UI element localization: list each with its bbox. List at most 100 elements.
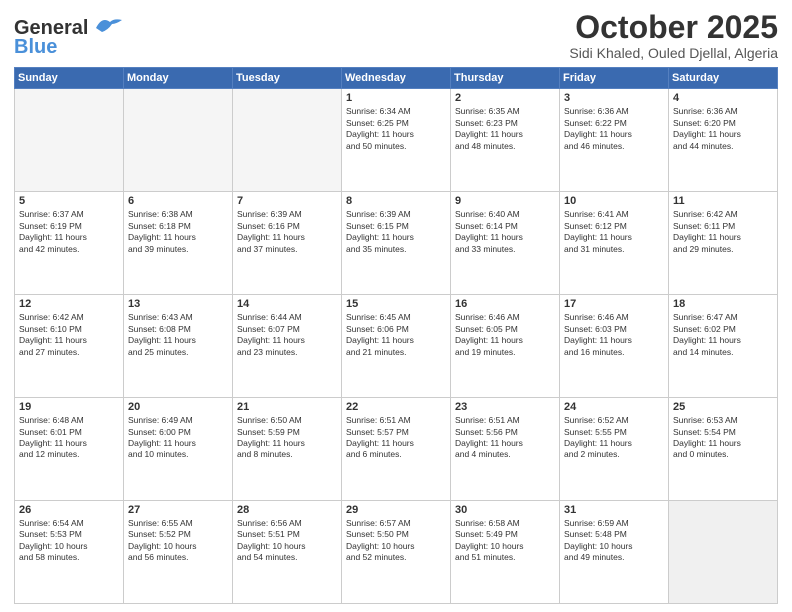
calendar-row-3: 19 Sunrise: 6:48 AM Sunset: 6:01 PM Dayli…	[15, 398, 778, 501]
day-number: 11	[673, 195, 773, 207]
day-number: 15	[346, 298, 446, 310]
table-row: 18 Sunrise: 6:47 AM Sunset: 6:02 PM Dayli…	[669, 295, 778, 398]
header-thursday: Thursday	[451, 68, 560, 89]
table-row: 11 Sunrise: 6:42 AM Sunset: 6:11 PM Dayli…	[669, 192, 778, 295]
table-row: 3 Sunrise: 6:36 AM Sunset: 6:22 PM Daylig…	[560, 89, 669, 192]
title-section: October 2025 Sidi Khaled, Ouled Djellal,…	[569, 10, 778, 61]
calendar-row-2: 12 Sunrise: 6:42 AM Sunset: 6:10 PM Dayli…	[15, 295, 778, 398]
table-row: 30 Sunrise: 6:58 AM Sunset: 5:49 PM Dayli…	[451, 501, 560, 604]
header-friday: Friday	[560, 68, 669, 89]
day-number: 30	[455, 504, 555, 516]
month-title: October 2025	[569, 10, 778, 45]
day-info: Sunrise: 6:47 AM Sunset: 6:02 PM Dayligh…	[673, 312, 773, 358]
table-row: 1 Sunrise: 6:34 AM Sunset: 6:25 PM Daylig…	[342, 89, 451, 192]
day-info: Sunrise: 6:58 AM Sunset: 5:49 PM Dayligh…	[455, 518, 555, 564]
day-info: Sunrise: 6:57 AM Sunset: 5:50 PM Dayligh…	[346, 518, 446, 564]
day-info: Sunrise: 6:46 AM Sunset: 6:03 PM Dayligh…	[564, 312, 664, 358]
day-info: Sunrise: 6:41 AM Sunset: 6:12 PM Dayligh…	[564, 209, 664, 255]
day-info: Sunrise: 6:48 AM Sunset: 6:01 PM Dayligh…	[19, 415, 119, 461]
day-number: 8	[346, 195, 446, 207]
table-row: 24 Sunrise: 6:52 AM Sunset: 5:55 PM Dayli…	[560, 398, 669, 501]
day-number: 22	[346, 401, 446, 413]
day-number: 27	[128, 504, 228, 516]
day-number: 1	[346, 92, 446, 104]
day-number: 10	[564, 195, 664, 207]
day-info: Sunrise: 6:38 AM Sunset: 6:18 PM Dayligh…	[128, 209, 228, 255]
header-monday: Monday	[124, 68, 233, 89]
table-row: 8 Sunrise: 6:39 AM Sunset: 6:15 PM Daylig…	[342, 192, 451, 295]
day-number: 19	[19, 401, 119, 413]
table-row	[15, 89, 124, 192]
day-number: 16	[455, 298, 555, 310]
day-info: Sunrise: 6:53 AM Sunset: 5:54 PM Dayligh…	[673, 415, 773, 461]
day-number: 29	[346, 504, 446, 516]
day-info: Sunrise: 6:46 AM Sunset: 6:05 PM Dayligh…	[455, 312, 555, 358]
calendar-row-1: 5 Sunrise: 6:37 AM Sunset: 6:19 PM Daylig…	[15, 192, 778, 295]
day-info: Sunrise: 6:43 AM Sunset: 6:08 PM Dayligh…	[128, 312, 228, 358]
table-row: 17 Sunrise: 6:46 AM Sunset: 6:03 PM Dayli…	[560, 295, 669, 398]
table-row: 5 Sunrise: 6:37 AM Sunset: 6:19 PM Daylig…	[15, 192, 124, 295]
day-number: 13	[128, 298, 228, 310]
day-number: 17	[564, 298, 664, 310]
header-sunday: Sunday	[15, 68, 124, 89]
table-row: 27 Sunrise: 6:55 AM Sunset: 5:52 PM Dayli…	[124, 501, 233, 604]
table-row: 12 Sunrise: 6:42 AM Sunset: 6:10 PM Dayli…	[15, 295, 124, 398]
table-row	[124, 89, 233, 192]
calendar-row-0: 1 Sunrise: 6:34 AM Sunset: 6:25 PM Daylig…	[15, 89, 778, 192]
table-row: 26Sunrise: 6:54 AM Sunset: 5:53 PM Dayli…	[15, 501, 124, 604]
page: General Blue October 2025 Sidi Khaled, O…	[0, 0, 792, 612]
day-info: Sunrise: 6:35 AM Sunset: 6:23 PM Dayligh…	[455, 106, 555, 152]
day-info: Sunrise: 6:34 AM Sunset: 6:25 PM Dayligh…	[346, 106, 446, 152]
day-number: 31	[564, 504, 664, 516]
day-number: 24	[564, 401, 664, 413]
day-info: Sunrise: 6:50 AM Sunset: 5:59 PM Dayligh…	[237, 415, 337, 461]
day-number: 14	[237, 298, 337, 310]
header-wednesday: Wednesday	[342, 68, 451, 89]
day-info: Sunrise: 6:51 AM Sunset: 5:57 PM Dayligh…	[346, 415, 446, 461]
day-info: Sunrise: 6:37 AM Sunset: 6:19 PM Dayligh…	[19, 209, 119, 255]
header-saturday: Saturday	[669, 68, 778, 89]
table-row: 2Sunrise: 6:35 AM Sunset: 6:23 PM Daylig…	[451, 89, 560, 192]
logo: General Blue	[14, 10, 124, 59]
day-info: Sunrise: 6:36 AM Sunset: 6:22 PM Dayligh…	[564, 106, 664, 152]
day-number: 28	[237, 504, 337, 516]
location: Sidi Khaled, Ouled Djellal, Algeria	[569, 45, 778, 61]
day-number: 20	[128, 401, 228, 413]
day-info: Sunrise: 6:42 AM Sunset: 6:10 PM Dayligh…	[19, 312, 119, 358]
table-row: 25Sunrise: 6:53 AM Sunset: 5:54 PM Dayli…	[669, 398, 778, 501]
table-row	[669, 501, 778, 604]
table-row: 7Sunrise: 6:39 AM Sunset: 6:16 PM Daylig…	[233, 192, 342, 295]
day-number: 3	[564, 92, 664, 104]
header-tuesday: Tuesday	[233, 68, 342, 89]
day-number: 5	[19, 195, 119, 207]
table-row: 21Sunrise: 6:50 AM Sunset: 5:59 PM Dayli…	[233, 398, 342, 501]
table-row: 29 Sunrise: 6:57 AM Sunset: 5:50 PM Dayli…	[342, 501, 451, 604]
logo-bird-icon	[94, 14, 124, 42]
day-info: Sunrise: 6:44 AM Sunset: 6:07 PM Dayligh…	[237, 312, 337, 358]
day-number: 6	[128, 195, 228, 207]
day-info: Sunrise: 6:39 AM Sunset: 6:15 PM Dayligh…	[346, 209, 446, 255]
table-row: 14 Sunrise: 6:44 AM Sunset: 6:07 PM Dayli…	[233, 295, 342, 398]
table-row	[233, 89, 342, 192]
day-number: 18	[673, 298, 773, 310]
table-row: 23 Sunrise: 6:51 AM Sunset: 5:56 PM Dayli…	[451, 398, 560, 501]
day-info: Sunrise: 6:55 AM Sunset: 5:52 PM Dayligh…	[128, 518, 228, 564]
day-info: Sunrise: 6:51 AM Sunset: 5:56 PM Dayligh…	[455, 415, 555, 461]
table-row: 4 Sunrise: 6:36 AM Sunset: 6:20 PM Daylig…	[669, 89, 778, 192]
header: General Blue October 2025 Sidi Khaled, O…	[14, 10, 778, 61]
day-number: 4	[673, 92, 773, 104]
day-info: Sunrise: 6:56 AM Sunset: 5:51 PM Dayligh…	[237, 518, 337, 564]
day-info: Sunrise: 6:42 AM Sunset: 6:11 PM Dayligh…	[673, 209, 773, 255]
logo-blue-text: Blue	[14, 36, 57, 59]
day-info: Sunrise: 6:36 AM Sunset: 6:20 PM Dayligh…	[673, 106, 773, 152]
day-number: 23	[455, 401, 555, 413]
day-info: Sunrise: 6:40 AM Sunset: 6:14 PM Dayligh…	[455, 209, 555, 255]
calendar-row-4: 26Sunrise: 6:54 AM Sunset: 5:53 PM Dayli…	[15, 501, 778, 604]
day-info: Sunrise: 6:52 AM Sunset: 5:55 PM Dayligh…	[564, 415, 664, 461]
day-info: Sunrise: 6:59 AM Sunset: 5:48 PM Dayligh…	[564, 518, 664, 564]
day-info: Sunrise: 6:49 AM Sunset: 6:00 PM Dayligh…	[128, 415, 228, 461]
table-row: 20 Sunrise: 6:49 AM Sunset: 6:00 PM Dayli…	[124, 398, 233, 501]
table-row: 31 Sunrise: 6:59 AM Sunset: 5:48 PM Dayli…	[560, 501, 669, 604]
day-number: 12	[19, 298, 119, 310]
table-row: 15Sunrise: 6:45 AM Sunset: 6:06 PM Dayli…	[342, 295, 451, 398]
